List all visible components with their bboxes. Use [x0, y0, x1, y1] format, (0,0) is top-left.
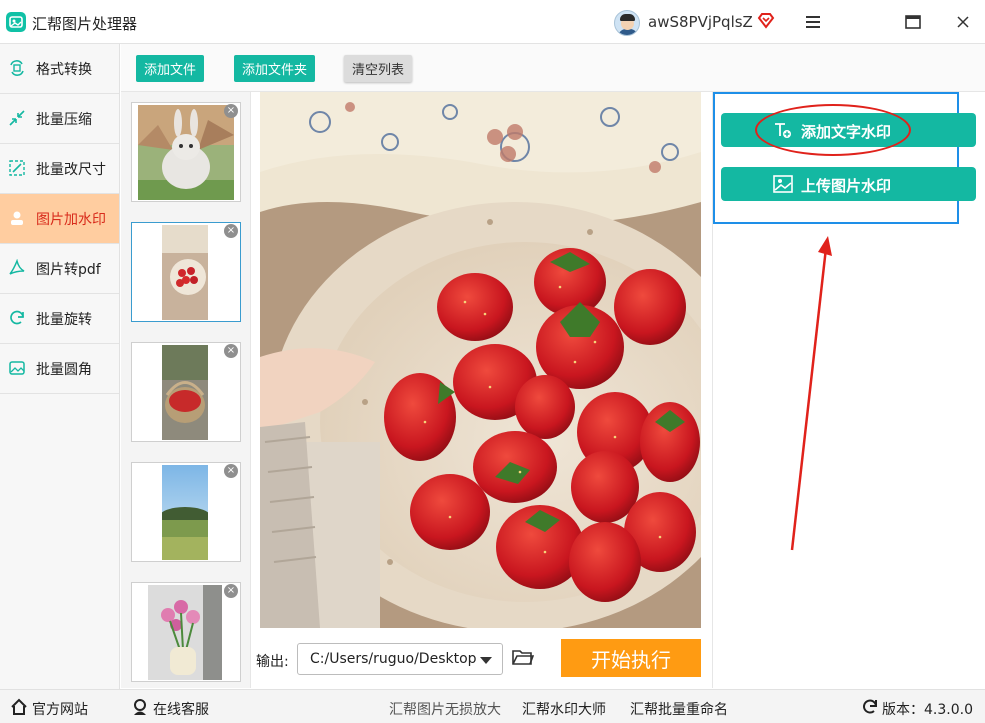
thumbnail-tulips[interactable]: × [131, 582, 241, 682]
remove-thumbnail-icon[interactable]: × [224, 584, 238, 598]
official-site-link[interactable]: 官方网站 [32, 699, 88, 719]
thumbnail-landscape[interactable]: × [131, 462, 241, 562]
strawberry-plate-image [162, 225, 208, 320]
strawberry-basket-image [162, 345, 208, 440]
footer: 官方网站 在线客服 汇帮图片无损放大 汇帮水印大师 汇帮批量重命名 版本：4.3… [0, 689, 985, 723]
preview-image [260, 92, 701, 628]
landscape-image [162, 465, 208, 560]
image-preview [260, 92, 701, 628]
output-path-value: C:/Users/ruguo/Desktop [310, 651, 477, 667]
maximize-icon[interactable] [901, 10, 925, 34]
thumbnail-strawberry-basket[interactable]: × [131, 342, 241, 442]
sidebar: 格式转换 批量压缩 批量改尺寸 图片加水印 图片转pdf 批量旋转 批量圆角 [0, 44, 120, 689]
close-icon[interactable] [951, 10, 975, 34]
footer-link-upscale[interactable]: 汇帮图片无损放大 [389, 699, 501, 719]
sidebar-item-resize[interactable]: 批量改尺寸 [0, 144, 119, 194]
watermark-icon [11, 211, 23, 225]
thumbnail-list[interactable]: × × × × × [121, 92, 251, 688]
sidebar-item-watermark[interactable]: 图片加水印 [0, 194, 119, 244]
footer-link-batch-rename[interactable]: 汇帮批量重命名 [630, 699, 728, 719]
vip-badge-icon[interactable] [757, 11, 775, 29]
clear-list-button[interactable]: 清空列表 [344, 55, 413, 82]
online-support-link[interactable]: 在线客服 [153, 699, 209, 719]
thumbnail-strawberry-plate[interactable]: × [131, 222, 241, 322]
sidebar-item-format-convert[interactable]: 格式转换 [0, 44, 119, 94]
folder-icon[interactable] [512, 648, 534, 666]
title-bar: 汇帮图片处理器 awS8PVjPqlsZ [0, 0, 985, 44]
tulips-image [148, 585, 222, 680]
resize-icon [9, 160, 25, 176]
sidebar-item-label: 格式转换 [36, 61, 92, 78]
sidebar-item-label: 批量改尺寸 [36, 161, 106, 178]
sidebar-item-compress[interactable]: 批量压缩 [0, 94, 119, 144]
add-file-button[interactable]: 添加文件 [136, 55, 205, 82]
refresh-icon [863, 699, 877, 714]
app-logo [6, 12, 26, 32]
version-text: 版本：4.3.0.0 [882, 702, 973, 718]
chevron-down-icon[interactable] [480, 657, 492, 664]
home-icon [11, 698, 27, 715]
remove-thumbnail-icon[interactable]: × [224, 104, 238, 118]
image-icon [773, 175, 793, 193]
thumbnail-rabbit[interactable]: × [131, 102, 241, 202]
sidebar-item-label: 批量旋转 [36, 311, 92, 328]
annotation-arrow [790, 236, 832, 551]
remove-thumbnail-icon[interactable]: × [224, 344, 238, 358]
app-window: 汇帮图片处理器 awS8PVjPqlsZ 格式转换 批量压缩 批量改尺寸 图片加… [0, 0, 985, 723]
output-label: 输出: [256, 654, 289, 670]
rounded-corner-icon [9, 361, 25, 375]
compress-icon [9, 110, 25, 126]
pdf-icon [9, 259, 25, 275]
sidebar-item-rounded[interactable]: 批量圆角 [0, 344, 119, 394]
format-convert-icon [10, 60, 24, 76]
sidebar-item-label: 批量压缩 [36, 111, 92, 128]
output-path-select[interactable]: C:/Users/ruguo/Desktop [297, 643, 503, 675]
annotation-ellipse [755, 104, 911, 156]
remove-thumbnail-icon[interactable]: × [224, 464, 238, 478]
support-icon [134, 699, 146, 715]
toolbar: 添加文件 添加文件夹 清空列表 [121, 44, 985, 92]
add-folder-button[interactable]: 添加文件夹 [234, 55, 316, 82]
sidebar-item-label: 图片加水印 [36, 211, 106, 228]
sidebar-item-pdf[interactable]: 图片转pdf [0, 244, 119, 294]
user-avatar[interactable] [614, 10, 640, 36]
menu-icon[interactable] [801, 10, 825, 34]
app-title: 汇帮图片处理器 [32, 15, 138, 33]
remove-thumbnail-icon[interactable]: × [224, 224, 238, 238]
rotate-icon [10, 310, 24, 325]
username[interactable]: awS8PVjPqlsZ [648, 13, 753, 31]
sidebar-item-label: 图片转pdf [36, 261, 101, 278]
sidebar-item-rotate[interactable]: 批量旋转 [0, 294, 119, 344]
start-button[interactable]: 开始执行 [561, 639, 701, 677]
upload-image-watermark-label: 上传图片水印 [801, 177, 892, 195]
sidebar-item-label: 批量圆角 [36, 361, 92, 378]
upload-image-watermark-button[interactable]: 上传图片水印 [721, 167, 976, 201]
rabbit-image [138, 105, 234, 200]
footer-link-watermark-master[interactable]: 汇帮水印大师 [522, 699, 606, 719]
